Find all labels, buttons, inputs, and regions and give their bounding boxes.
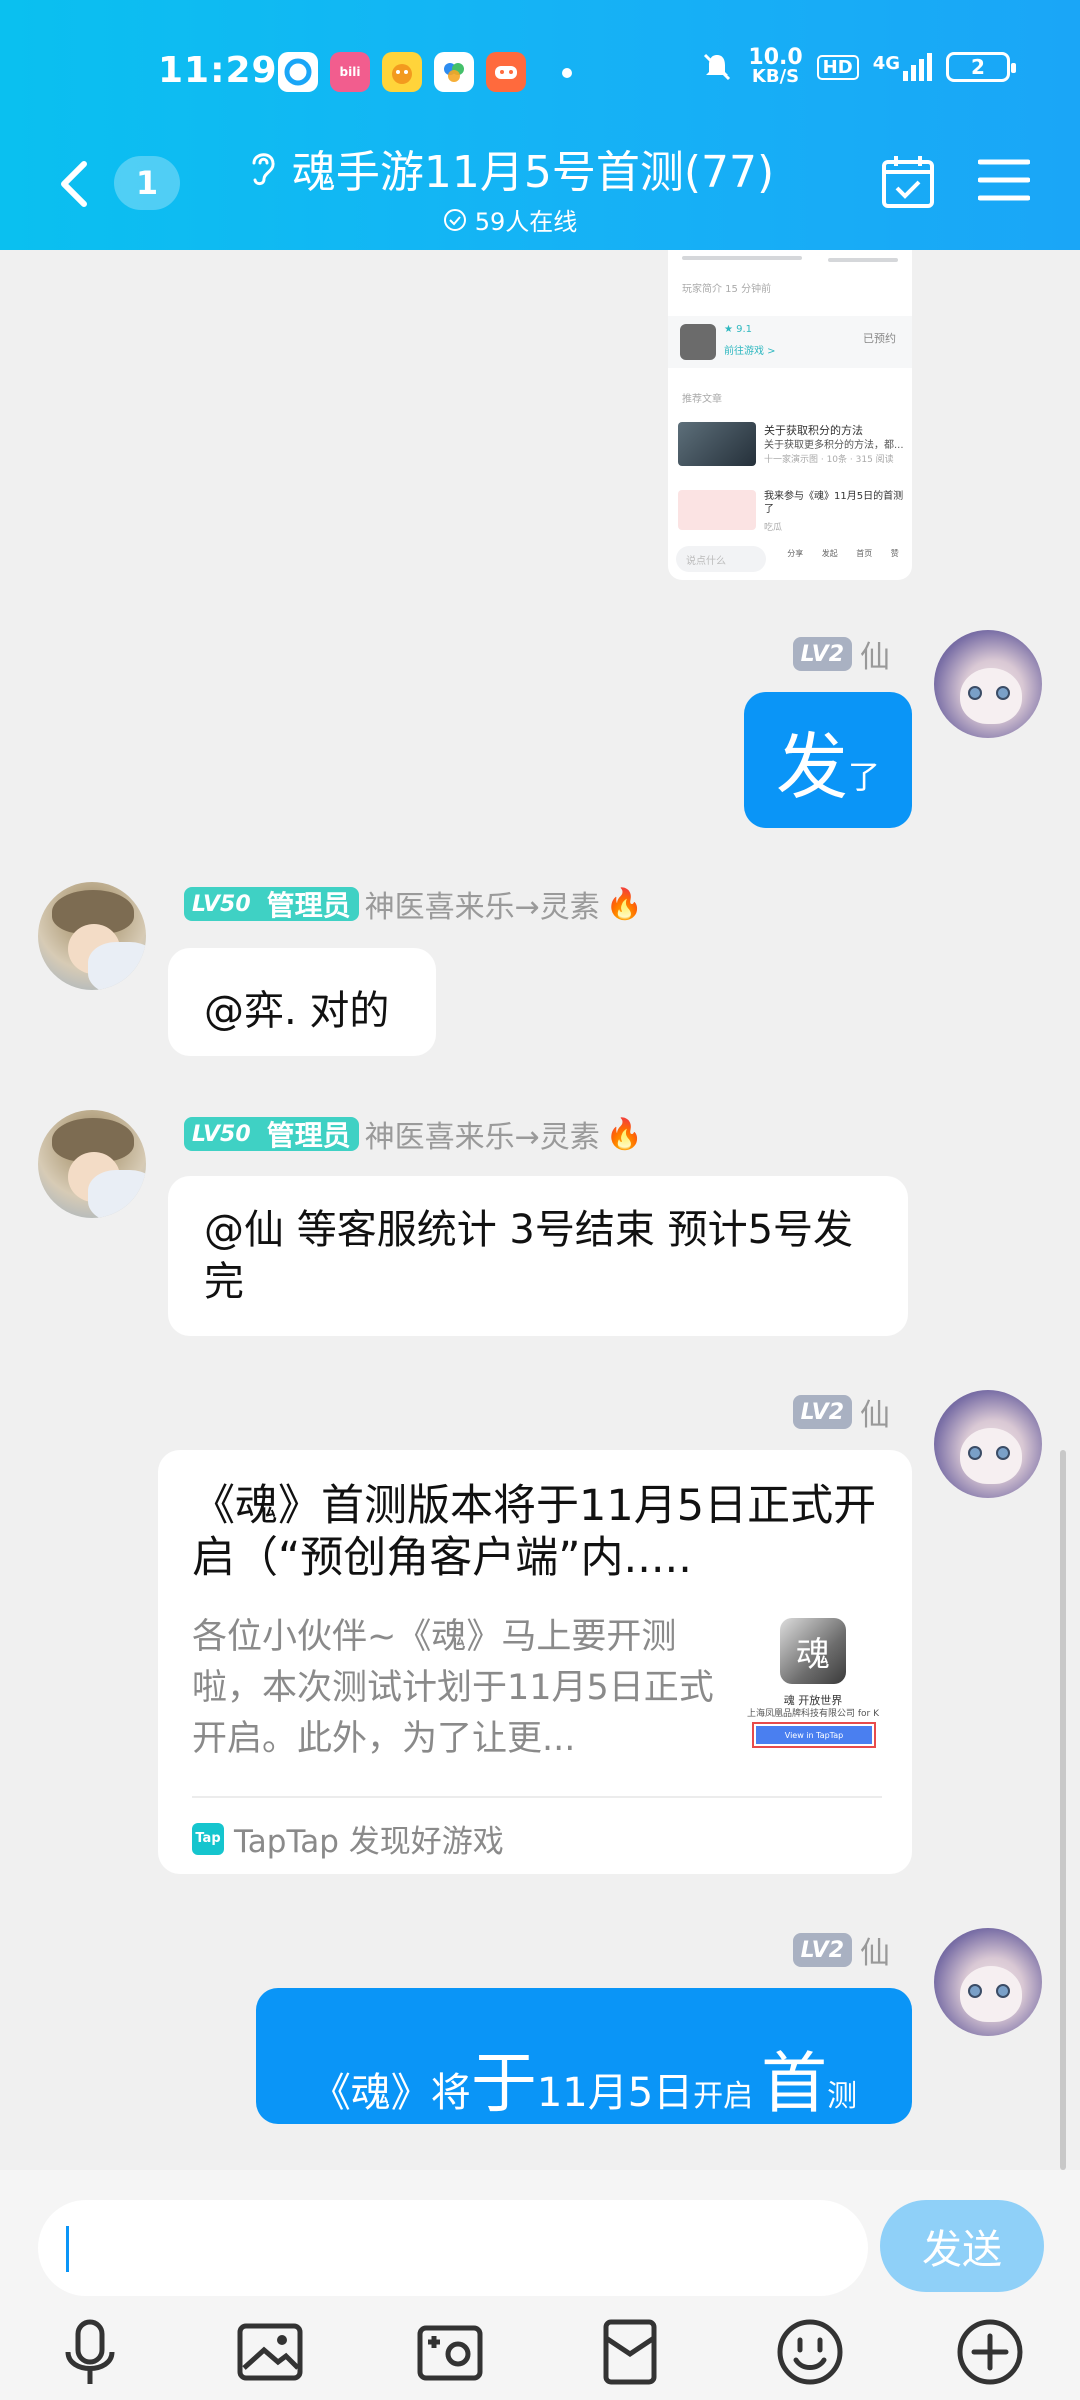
baidu-netdisk-icon: [434, 52, 474, 92]
message-list[interactable]: 玩家简介 15 分钟前 ★ 9.1 前往游戏 > 已预约 推荐文章 关于获取积分…: [0, 250, 1080, 2170]
sender-name: 神医喜来乐→灵素: [364, 1120, 600, 1155]
status-time: 11:29: [158, 50, 278, 91]
net-speed: 10.0 KB/S: [748, 45, 803, 87]
calendar-check-icon[interactable]: [880, 154, 936, 210]
preview-article-2: 我来参与《魂》11月5日的首测了: [764, 491, 904, 515]
unread-count-badge[interactable]: 1: [114, 156, 180, 210]
cat-app-icon: [382, 52, 422, 92]
chat-title: 魂手游11月5号首测(77): [291, 147, 775, 198]
sender-meta: LV2 仙: [792, 632, 890, 676]
link-card-thumbnail: 魂 魂 开放世界 上海凤凰品牌科技有限公司 for K View in TapT…: [738, 1618, 888, 1758]
image-icon[interactable]: [234, 2316, 306, 2388]
microphone-icon[interactable]: [54, 2316, 126, 2388]
message-bubble[interactable]: @弈. 对的: [168, 948, 436, 1056]
message-input[interactable]: [38, 2200, 868, 2296]
battery-icon: 2: [946, 52, 1016, 82]
divider: [192, 1796, 882, 1798]
game-logo-icon: 魂: [780, 1618, 846, 1684]
avatar[interactable]: [934, 1390, 1042, 1498]
menu-icon[interactable]: [978, 156, 1030, 204]
preview-input: 说点什么: [676, 546, 766, 572]
avatar[interactable]: [38, 1110, 146, 1218]
link-card[interactable]: 《魂》首测版本将于11月5日正式开启（“预创角客户端”内..... 各位小伙伴~…: [158, 1450, 912, 1874]
online-count: 59人在线: [230, 202, 790, 237]
camera-icon[interactable]: [414, 2316, 486, 2388]
sender-meta: LV2 仙: [792, 1390, 890, 1434]
send-button[interactable]: 发送: [880, 2200, 1044, 2292]
avatar[interactable]: [38, 882, 146, 990]
level-badge: LV2: [792, 1933, 852, 1967]
admin-badge: 管理员: [258, 887, 359, 922]
sender-meta: LV50 管理员 神医喜来乐→灵素 🔥: [184, 1112, 643, 1156]
avatar[interactable]: [934, 630, 1042, 738]
message-bubble[interactable]: @仙 等客服统计 3号结束 预计5号发完: [168, 1176, 908, 1336]
game-center-icon: [486, 52, 526, 92]
sender-name: 仙: [860, 1398, 890, 1433]
sender-name: 仙: [860, 640, 890, 675]
check-circle-icon: [443, 208, 466, 231]
avatar[interactable]: [934, 1928, 1042, 2036]
text-caret: [66, 2226, 69, 2272]
red-packet-icon[interactable]: [594, 2316, 666, 2388]
qq-browser-icon: [278, 52, 318, 92]
chat-header: 11:29 bili 10.0 KB/S HD 4G 2 1 魂手游11月5号首…: [0, 0, 1080, 250]
link-card-title: 《魂》首测版本将于11月5日正式开启（“预创角客户端”内.....: [192, 1481, 877, 1583]
emoji-icon[interactable]: [774, 2316, 846, 2388]
level-badge: LV2: [792, 1395, 852, 1429]
link-card-source: Tap TapTap 发现好游戏: [192, 1816, 504, 1861]
level-badge: LV50: [184, 887, 259, 921]
preview-app-row: ★ 9.1 前往游戏 > 已预约: [668, 316, 912, 368]
message-bubble[interactable]: 《魂》将于 11月5日 开启首测: [256, 1988, 912, 2124]
scrollbar[interactable]: [1060, 1450, 1066, 2170]
sender-name: 神医喜来乐→灵素: [364, 890, 600, 925]
fire-icon: 🔥: [605, 886, 644, 922]
back-icon[interactable]: [52, 154, 96, 214]
notification-dot: [562, 68, 572, 78]
sender-meta: LV2 仙: [792, 1928, 890, 1972]
chat-title-block[interactable]: 魂手游11月5号首测(77) 59人在线: [230, 136, 790, 237]
signal-icon: 4G: [873, 53, 932, 81]
level-badge: LV50: [184, 1117, 259, 1151]
taptap-icon: Tap: [192, 1822, 224, 1855]
hd-badge: HD: [816, 54, 859, 80]
ear-icon: [252, 153, 275, 186]
plus-icon[interactable]: [954, 2316, 1026, 2388]
mute-icon: [704, 53, 731, 81]
status-right: 10.0 KB/S HD 4G 2: [700, 45, 1016, 87]
preview-actions: 分享 发起 首页 赞: [787, 549, 899, 558]
sender-name: 仙: [860, 1936, 890, 1971]
preview-section-2: 推荐文章: [682, 394, 722, 405]
level-badge: LV2: [792, 637, 852, 671]
preview-section-1: 玩家简介 15 分钟前: [682, 284, 772, 295]
admin-badge: 管理员: [258, 1117, 359, 1152]
fire-icon: 🔥: [605, 1116, 644, 1152]
sender-meta: LV50 管理员 神医喜来乐→灵素 🔥: [184, 882, 643, 926]
message-bubble[interactable]: 发了: [744, 692, 912, 828]
status-bar: 11:29 bili 10.0 KB/S HD 4G 2: [0, 40, 1080, 100]
nav-bar: 1 魂手游11月5号首测(77) 59人在线: [0, 130, 1080, 240]
bilibili-icon: bili: [330, 52, 370, 92]
composer: 发送: [0, 2170, 1080, 2400]
link-card-description: 各位小伙伴~《魂》马上要开测啦，本次测试计划于11月5日正式开启。此外，为了让更…: [192, 1617, 714, 1759]
shared-screenshot[interactable]: 玩家简介 15 分钟前 ★ 9.1 前往游戏 > 已预约 推荐文章 关于获取积分…: [668, 250, 912, 580]
